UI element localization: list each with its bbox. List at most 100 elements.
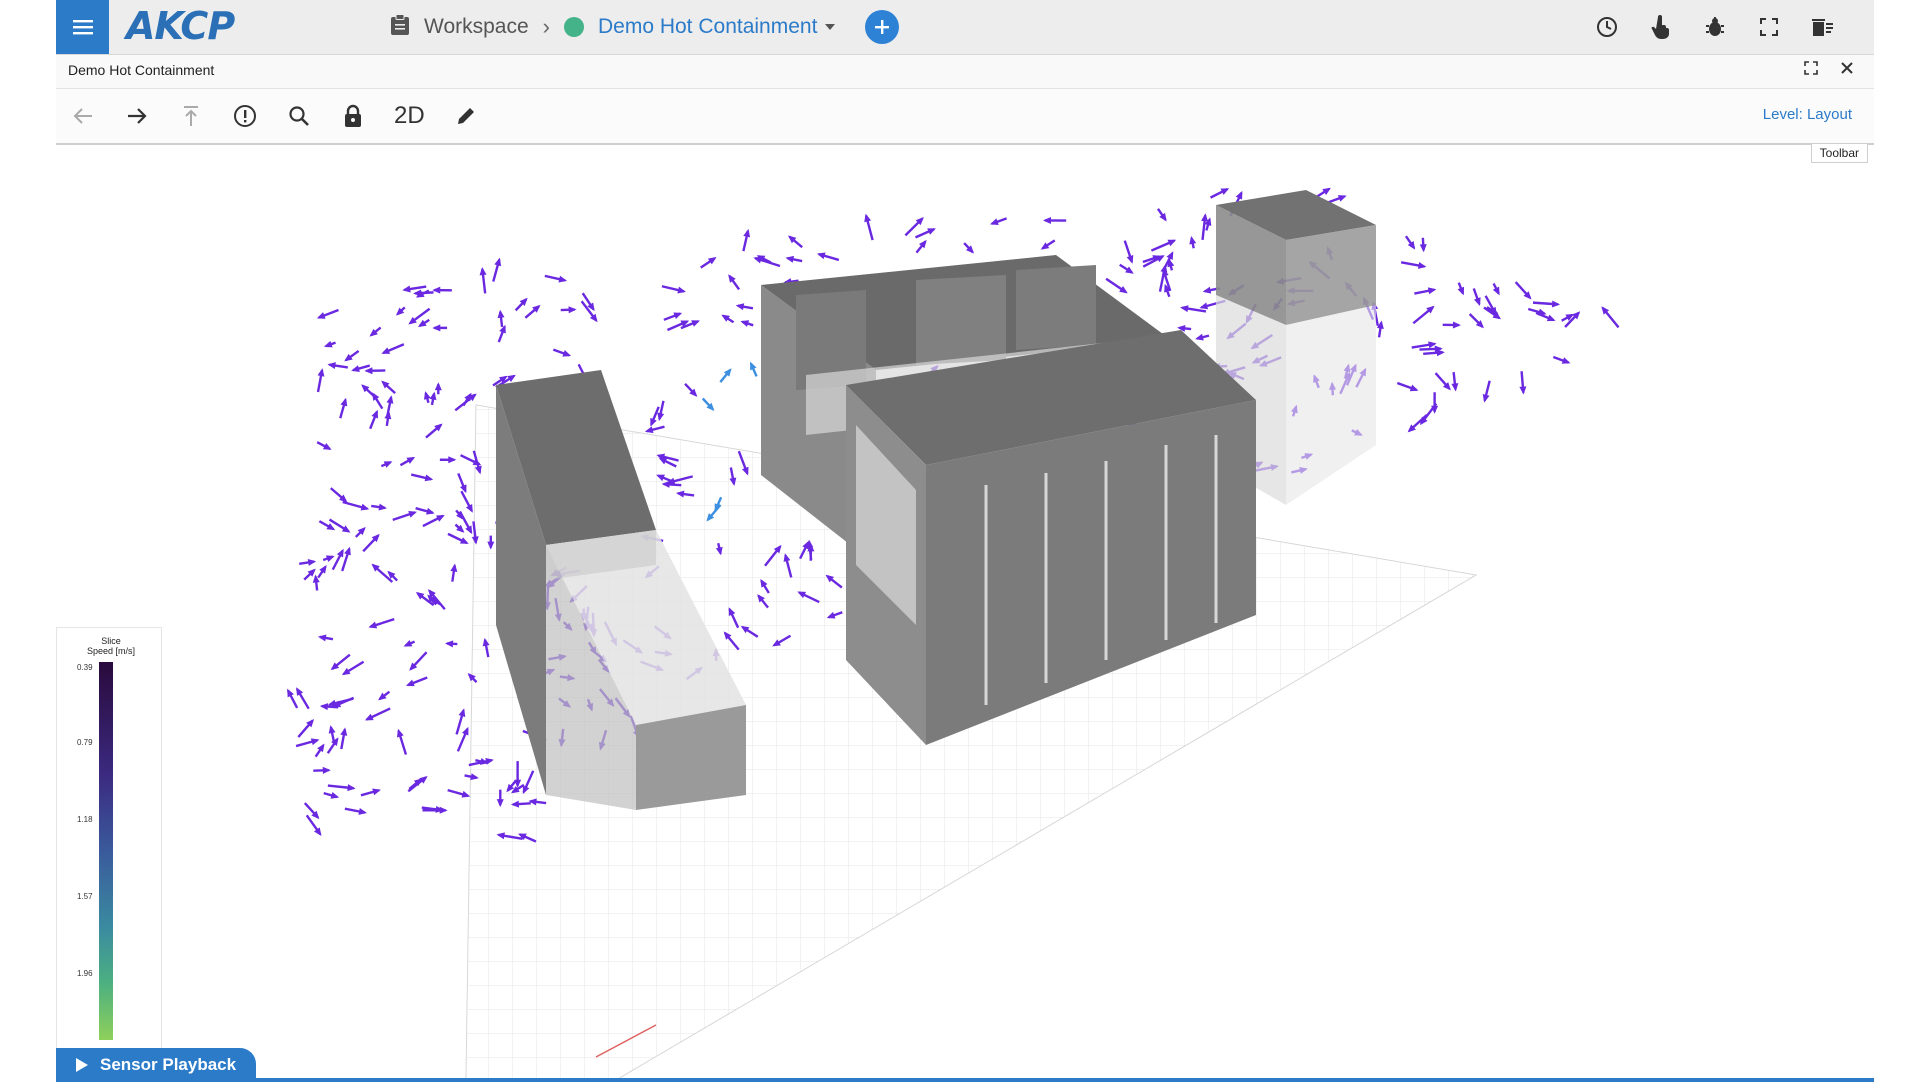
airflow-arrow-head	[1201, 213, 1208, 221]
airflow-arrow-head	[1562, 357, 1571, 364]
airflow-arrow-head	[736, 303, 744, 310]
airflow-arrow-head	[324, 341, 333, 348]
airflow-arrow-head	[331, 792, 340, 799]
colorbar-gradient	[99, 662, 113, 1040]
airflow-arrow-head	[317, 312, 326, 319]
up-level-icon[interactable]	[178, 103, 204, 129]
airflow-arrow-head	[406, 680, 415, 687]
airflow-arrow-head	[558, 276, 567, 283]
colorbar-title-line1: Slice	[71, 636, 151, 646]
airflow-arrow-head	[740, 320, 749, 327]
colorbar-tick: 0.79	[77, 738, 93, 747]
airflow-arrow-head	[320, 703, 328, 710]
airflow-arrow-head	[450, 564, 457, 572]
airflow-arrow-head	[459, 708, 466, 717]
airflow-arrow-head	[340, 727, 347, 735]
airflow-arrow-head	[1180, 305, 1188, 312]
2d-toggle-button[interactable]: 2D	[394, 102, 425, 130]
add-button[interactable]	[865, 10, 899, 44]
airflow-arrow-head	[318, 635, 326, 642]
sensor-playback-label: Sensor Playback	[100, 1055, 236, 1075]
menu-icon	[73, 19, 93, 35]
airflow-arrow-head	[498, 310, 505, 318]
airflow-arrow-head	[432, 324, 440, 331]
airflow-arrow-head	[753, 257, 762, 264]
airflow-arrow-head	[691, 320, 700, 326]
touch-icon[interactable]	[1650, 16, 1672, 38]
airflow-arrow-head	[743, 229, 750, 238]
search-icon[interactable]	[286, 103, 312, 129]
lock-icon[interactable]	[340, 103, 366, 129]
airflow-arrow-head	[562, 350, 571, 357]
airflow-arrow-head	[426, 508, 435, 515]
airflow-arrow-head	[657, 413, 664, 422]
level-selector-link[interactable]: Level: Layout	[1763, 106, 1852, 123]
toolbar-tools: 2D	[70, 89, 479, 143]
alert-icon[interactable]	[232, 103, 258, 129]
airflow-arrow-head	[1519, 386, 1526, 394]
airflow-arrow-head	[361, 504, 370, 511]
breadcrumb-workspace[interactable]: Workspace	[424, 15, 529, 39]
airflow-arrow-head	[1043, 217, 1051, 224]
colorbar-title-line2: Speed [m/s]	[71, 646, 151, 656]
airflow-arrow-head	[1453, 321, 1461, 328]
airflow-arrow-head	[817, 252, 826, 259]
clock-icon[interactable]	[1596, 16, 1618, 38]
airflow-arrow-head	[864, 214, 871, 223]
3d-airflow-viewport[interactable]	[56, 145, 1874, 1080]
back-arrow-icon[interactable]	[70, 103, 96, 129]
airflow-arrow-head	[1418, 262, 1427, 269]
clipboard-icon	[390, 14, 410, 41]
airflow-arrow-head	[318, 368, 325, 377]
airflow-arrow-head	[1483, 394, 1490, 403]
airflow-arrow-head	[387, 395, 394, 404]
airflow-arrow-head	[1538, 309, 1547, 316]
airflow-arrow-head	[1420, 244, 1427, 252]
airflow-arrow-head	[311, 738, 320, 745]
colorbar-tick: 1.96	[77, 969, 93, 978]
view-toolbar: 2D Level: Layout	[56, 89, 1874, 145]
hamburger-menu-button[interactable]	[56, 0, 109, 54]
airflow-arrow-head	[435, 382, 442, 390]
akcp-logo[interactable]: AKCP	[126, 4, 234, 48]
airflow-arrow-head	[430, 392, 437, 401]
close-icon[interactable]	[1840, 61, 1854, 80]
airflow-arrow-head	[347, 784, 355, 791]
airflow-arrow-head	[1199, 303, 1208, 310]
airflow-arrow-head	[1458, 287, 1465, 296]
airflow-arrow-head	[494, 258, 501, 267]
trash-list-icon[interactable]	[1812, 16, 1834, 38]
fullscreen-icon[interactable]	[1758, 16, 1780, 38]
airflow-arrow-head	[402, 286, 410, 293]
workspace-dropdown[interactable]: Demo Hot Containment	[598, 15, 835, 39]
forward-arrow-icon[interactable]	[124, 103, 150, 129]
plus-icon	[874, 19, 890, 35]
airflow-arrow-head	[1195, 334, 1204, 341]
colorbar-tick: 0.39	[77, 663, 93, 672]
bottom-accent-line	[56, 1078, 1874, 1082]
app-window: AKCP Workspace › Demo Hot Containment	[56, 0, 1874, 1080]
airflow-arrow-head	[480, 267, 487, 275]
chevron-right-icon: ›	[543, 14, 550, 40]
airflow-arrow-head	[462, 791, 471, 798]
airflow-arrow-head	[1338, 195, 1347, 202]
workspace-name: Demo Hot Containment	[598, 15, 817, 39]
bug-icon[interactable]	[1704, 16, 1726, 38]
maximize-icon[interactable]	[1804, 61, 1818, 80]
airflow-arrow-head	[440, 807, 448, 814]
airflow-arrow-head	[1437, 349, 1445, 356]
airflow-arrow-head	[425, 474, 434, 481]
play-icon	[76, 1058, 88, 1072]
airflow-arrow-head	[344, 547, 351, 556]
airflow-arrow-head	[677, 287, 686, 294]
airflow-arrow-head	[327, 362, 335, 369]
airflow-arrow-head	[673, 312, 682, 319]
panel-title: Demo Hot Containment	[68, 62, 214, 78]
sensor-playback-tab[interactable]: Sensor Playback	[56, 1048, 256, 1082]
airflow-arrow-head	[308, 559, 316, 566]
edit-pencil-icon[interactable]	[453, 103, 479, 129]
airflow-arrow-head	[786, 256, 795, 263]
colorbar-title: Slice Speed [m/s]	[71, 636, 151, 656]
airflow-arrow-head	[448, 456, 456, 463]
airflow-arrow-head	[445, 640, 453, 647]
